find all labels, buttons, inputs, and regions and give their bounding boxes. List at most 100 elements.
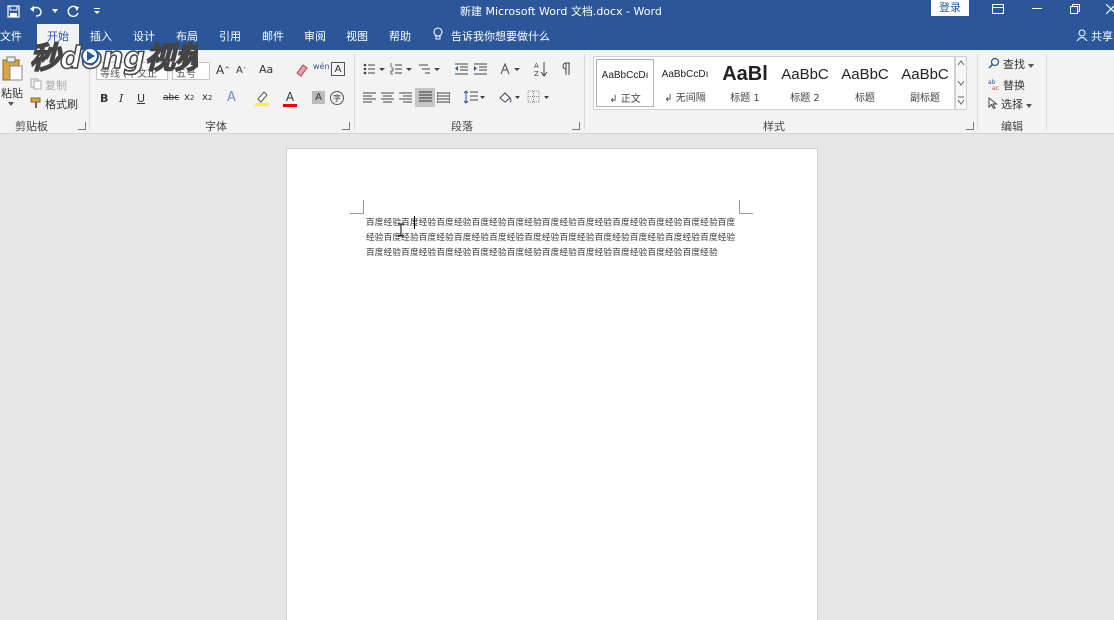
- phonetic-guide-button[interactable]: wén: [313, 62, 330, 71]
- bold-button[interactable]: B: [100, 92, 108, 105]
- align-center-icon[interactable]: [381, 92, 394, 103]
- copy-icon: [30, 78, 42, 93]
- person-icon: [1076, 29, 1088, 44]
- style-title[interactable]: AaBbC 标题: [836, 59, 894, 107]
- subscript-button[interactable]: x2: [184, 92, 194, 103]
- justify-button[interactable]: [415, 88, 435, 107]
- document-body-text[interactable]: 百度经验百度经验百度经验百度经验百度经验百度经验百度经验百度经验百度经验百度经验…: [366, 216, 742, 261]
- shading-icon[interactable]: [498, 90, 520, 104]
- tab-mailings[interactable]: 邮件: [262, 28, 284, 44]
- copy-button[interactable]: 复制: [30, 77, 67, 93]
- tab-view[interactable]: 视图: [346, 28, 368, 44]
- styles-group-label: 样式: [763, 120, 785, 133]
- share-button[interactable]: 共享: [1076, 28, 1113, 44]
- character-shading-icon[interactable]: A: [312, 91, 325, 104]
- decrease-indent-icon[interactable]: [454, 63, 469, 75]
- format-painter-icon: [30, 97, 42, 112]
- paste-dropdown-icon[interactable]: [8, 102, 14, 106]
- align-right-icon[interactable]: [399, 92, 412, 103]
- style-name: 副标题: [910, 93, 940, 104]
- change-case-button[interactable]: Aa: [259, 63, 273, 76]
- style-heading-2[interactable]: AaBbC 标题 2: [776, 59, 834, 107]
- clipboard-launcher-icon[interactable]: [78, 122, 86, 130]
- increase-indent-icon[interactable]: [473, 63, 488, 75]
- save-icon[interactable]: [4, 2, 22, 20]
- group-separator: [977, 54, 978, 130]
- italic-button[interactable]: I: [119, 92, 123, 105]
- styles-launcher-icon[interactable]: [966, 122, 974, 130]
- enclose-characters-icon[interactable]: 字: [330, 91, 344, 105]
- style-name: ↲ 正文: [609, 94, 641, 105]
- superscript-button[interactable]: x2: [202, 92, 212, 103]
- strikethrough-button[interactable]: abc: [163, 93, 179, 103]
- line-spacing-icon[interactable]: [463, 90, 485, 104]
- close-icon[interactable]: [1096, 0, 1114, 18]
- distributed-icon[interactable]: [437, 92, 450, 103]
- multilevel-list-icon[interactable]: [418, 63, 440, 75]
- font-color-icon[interactable]: A: [283, 90, 297, 107]
- redo-icon[interactable]: [64, 2, 82, 20]
- tab-references[interactable]: 引用: [219, 28, 241, 44]
- style-heading-1[interactable]: AaBl 标题 1: [716, 59, 774, 107]
- style-normal[interactable]: AaBbCcDı ↲ 正文: [596, 59, 654, 107]
- login-button[interactable]: 登录: [931, 0, 969, 16]
- group-separator: [584, 54, 585, 130]
- find-button[interactable]: 查找: [988, 56, 1034, 72]
- paragraph-launcher-icon[interactable]: [572, 122, 580, 130]
- style-sample: AaBbC: [781, 65, 829, 83]
- highlight-color-icon[interactable]: [254, 90, 270, 106]
- show-marks-icon[interactable]: [562, 62, 572, 76]
- align-left-icon[interactable]: [363, 92, 376, 103]
- restore-icon[interactable]: [1060, 0, 1090, 18]
- paste-button[interactable]: 粘贴: [0, 56, 24, 101]
- tab-help[interactable]: 帮助: [389, 28, 411, 44]
- styles-gallery: AaBbCcDı ↲ 正文 AaBbCcDı ↲ 无间隔 AaBl 标题 1 A…: [593, 56, 955, 110]
- replace-label: 替换: [1003, 79, 1025, 92]
- tab-review[interactable]: 审阅: [304, 28, 326, 44]
- style-no-spacing[interactable]: AaBbCcDı ↲ 无间隔: [656, 59, 714, 107]
- borders-icon[interactable]: [527, 90, 549, 104]
- bullets-icon[interactable]: [363, 63, 385, 75]
- select-button[interactable]: 选择: [988, 96, 1032, 112]
- text-effects-icon[interactable]: A: [227, 90, 236, 105]
- replace-button[interactable]: ab ac 替换: [988, 77, 1025, 93]
- style-subtitle[interactable]: AaBbC 副标题: [896, 59, 954, 107]
- styles-gallery-scroll[interactable]: [955, 56, 967, 110]
- clear-formatting-icon[interactable]: [295, 63, 309, 77]
- font-group-label: 字体: [205, 120, 227, 133]
- svg-text:ac: ac: [992, 85, 999, 90]
- customize-qat-icon[interactable]: [88, 2, 106, 20]
- document-page[interactable]: 百度经验百度经验百度经验百度经验百度经验百度经验百度经验百度经验百度经验百度经验…: [286, 148, 818, 620]
- window-title: 新建 Microsoft Word 文档.docx - Word: [460, 5, 662, 18]
- svg-text:Z: Z: [534, 70, 539, 77]
- clipboard-icon: [1, 56, 23, 85]
- style-sample: AaBbCcDı: [601, 69, 649, 81]
- style-sample: AaBbC: [841, 65, 889, 83]
- tab-file[interactable]: 文件: [0, 28, 22, 44]
- font-launcher-icon[interactable]: [342, 122, 350, 130]
- style-sample: AaBl: [722, 62, 768, 85]
- select-label: 选择: [1001, 98, 1023, 111]
- lightbulb-icon: [433, 27, 443, 44]
- undo-icon[interactable]: [28, 2, 46, 20]
- svg-text:A: A: [534, 62, 539, 70]
- chinese-layout-icon[interactable]: [500, 63, 520, 75]
- underline-button[interactable]: U: [137, 92, 145, 105]
- format-painter-button[interactable]: 格式刷: [30, 96, 78, 112]
- character-border-button[interactable]: A: [331, 62, 345, 76]
- style-sample: AaBbC: [901, 65, 949, 83]
- svg-text:秒dong视频: 秒dong视频: [30, 41, 198, 76]
- minimize-icon[interactable]: [1022, 0, 1052, 18]
- tell-me-box[interactable]: 告诉我你想要做什么: [433, 27, 550, 44]
- watermark-logo: 秒dong视频: [28, 36, 211, 78]
- undo-dropdown-icon[interactable]: [52, 2, 58, 20]
- ibeam-cursor-icon: [398, 223, 404, 237]
- copy-label: 复制: [45, 79, 67, 92]
- style-name: ↲ 无间隔: [664, 93, 706, 104]
- grow-font-icon[interactable]: A ^: [216, 63, 230, 77]
- sort-icon[interactable]: AZ: [534, 61, 548, 77]
- shrink-font-icon[interactable]: Aˇ: [236, 65, 246, 76]
- document-canvas[interactable]: 百度经验百度经验百度经验百度经验百度经验百度经验百度经验百度经验百度经验百度经验…: [0, 134, 1114, 620]
- ribbon-display-options-icon[interactable]: [983, 0, 1013, 18]
- numbering-icon[interactable]: [390, 63, 412, 75]
